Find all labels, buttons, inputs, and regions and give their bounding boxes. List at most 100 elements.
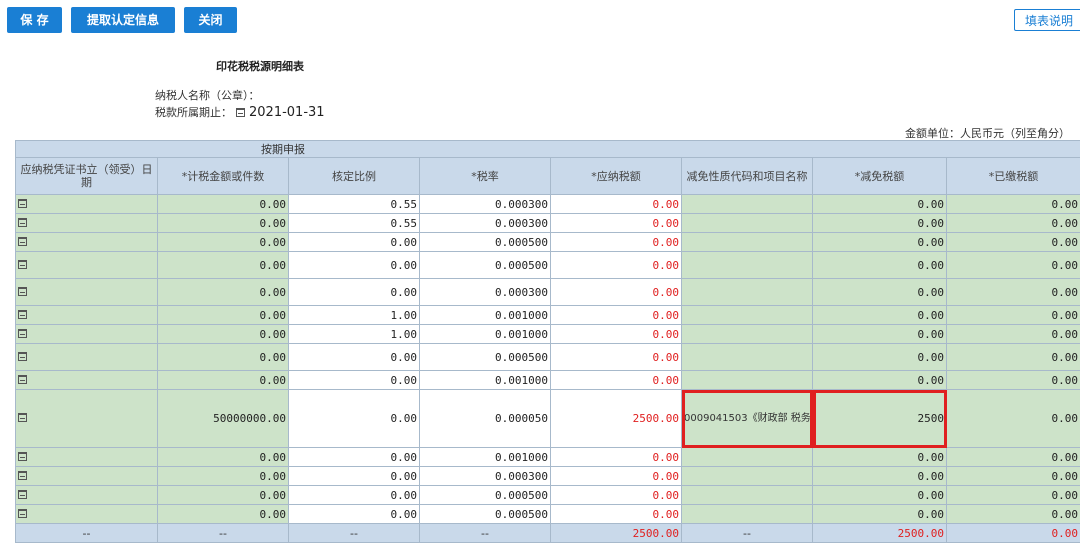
paid-cell[interactable]: 0.00 [946,278,1080,306]
paid-cell[interactable]: 0.00 [946,389,1080,448]
rate-cell: 0.001000 [419,324,551,344]
relief-code-cell[interactable] [681,343,813,371]
relief-code-cell[interactable] [681,213,813,233]
date-cell[interactable] [15,485,158,505]
relief-amount-cell[interactable]: 0.00 [812,232,947,252]
paid-cell[interactable]: 0.00 [946,485,1080,505]
relief-amount-cell[interactable]: 0.00 [812,278,947,306]
extract-info-button[interactable]: 提取认定信息 [71,7,175,33]
amount-cell[interactable]: 0.00 [157,504,289,524]
period-label: 税款所属期止： [155,106,232,119]
calendar-icon[interactable] [18,508,27,518]
paid-cell[interactable]: 0.00 [946,194,1080,214]
calendar-icon[interactable] [18,328,27,338]
calendar-icon[interactable] [18,217,27,227]
relief-code-cell[interactable] [681,232,813,252]
save-button[interactable]: 保 存 [7,7,62,33]
calendar-icon[interactable] [236,107,245,117]
rate-cell: 0.000300 [419,213,551,233]
paid-cell[interactable]: 0.00 [946,251,1080,279]
relief-amount-cell[interactable]: 0.00 [812,343,947,371]
relief-code-cell[interactable] [681,305,813,325]
date-cell[interactable] [15,213,158,233]
period-value[interactable]: 2021-01-31 [249,105,325,120]
amount-cell[interactable]: 0.00 [157,324,289,344]
date-cell[interactable] [15,343,158,371]
relief-amount-cell[interactable]: 0.00 [812,251,947,279]
total-relief: 2500.00 [812,523,947,543]
calendar-icon[interactable] [18,374,27,384]
paid-cell[interactable]: 0.00 [946,370,1080,390]
paid-cell[interactable]: 0.00 [946,324,1080,344]
calendar-icon[interactable] [18,286,27,296]
relief-code-cell[interactable] [681,324,813,344]
date-cell[interactable] [15,251,158,279]
relief-amount-cell[interactable]: 0.00 [812,305,947,325]
relief-code-cell[interactable] [681,278,813,306]
relief-amount-cell[interactable]: 0.00 [812,447,947,467]
amount-cell[interactable]: 0.00 [157,447,289,467]
calendar-icon[interactable] [18,489,27,499]
rate-cell: 0.001000 [419,370,551,390]
relief-code-cell[interactable] [681,194,813,214]
relief-amount-cell[interactable]: 0.00 [812,370,947,390]
date-cell[interactable] [15,447,158,467]
calendar-icon[interactable] [18,413,27,422]
rate-cell: 0.000500 [419,343,551,371]
relief-amount-cell[interactable]: 0.00 [812,504,947,524]
calendar-icon[interactable] [18,198,27,208]
date-cell[interactable] [15,278,158,306]
paid-cell[interactable]: 0.00 [946,213,1080,233]
calendar-icon[interactable] [18,236,27,246]
paid-cell[interactable]: 0.00 [946,232,1080,252]
amount-cell[interactable]: 50000000.00 [157,389,289,448]
calendar-icon[interactable] [18,259,27,269]
amount-cell[interactable]: 0.00 [157,213,289,233]
paid-cell[interactable]: 0.00 [946,447,1080,467]
tax-cell: 0.00 [550,213,682,233]
calendar-icon[interactable] [18,309,27,319]
date-cell[interactable] [15,324,158,344]
relief-code-cell[interactable] [681,504,813,524]
calendar-icon[interactable] [18,470,27,480]
relief-code-cell[interactable] [681,485,813,505]
calendar-icon[interactable] [18,351,27,361]
date-cell[interactable] [15,232,158,252]
paid-cell[interactable]: 0.00 [946,343,1080,371]
paid-cell[interactable]: 0.00 [946,305,1080,325]
tax-cell: 0.00 [550,485,682,505]
amount-cell[interactable]: 0.00 [157,278,289,306]
amount-cell[interactable]: 0.00 [157,466,289,486]
relief-amount-cell[interactable]: 0.00 [812,194,947,214]
relief-code-cell[interactable] [681,370,813,390]
date-cell[interactable] [15,370,158,390]
date-cell[interactable] [15,504,158,524]
tax-cell: 0.00 [550,343,682,371]
relief-code-cell[interactable]: 0009041503《财政部 税务总局关于支持小微企业融资有关税收政策的通知》 … [681,389,813,448]
help-button[interactable]: 填表说明 [1014,9,1080,31]
paid-cell[interactable]: 0.00 [946,466,1080,486]
date-cell[interactable] [15,389,158,448]
date-cell[interactable] [15,466,158,486]
amount-cell[interactable]: 0.00 [157,343,289,371]
relief-amount-cell[interactable]: 0.00 [812,324,947,344]
relief-amount-cell[interactable]: 0.00 [812,485,947,505]
relief-amount-cell[interactable]: 0.00 [812,466,947,486]
relief-code-cell[interactable] [681,251,813,279]
calendar-icon[interactable] [18,451,27,461]
table-row: 0.00 0.55 0.000300 0.00 0.00 0.00 [15,194,1080,214]
date-cell[interactable] [15,194,158,214]
paid-cell[interactable]: 0.00 [946,504,1080,524]
amount-cell[interactable]: 0.00 [157,485,289,505]
relief-code-cell[interactable] [681,447,813,467]
date-cell[interactable] [15,305,158,325]
relief-amount-cell[interactable]: 0.00 [812,213,947,233]
relief-code-cell[interactable] [681,466,813,486]
close-button[interactable]: 关闭 [184,7,237,33]
amount-cell[interactable]: 0.00 [157,370,289,390]
amount-cell[interactable]: 0.00 [157,194,289,214]
relief-amount-cell[interactable]: 2500 [812,389,947,448]
amount-cell[interactable]: 0.00 [157,251,289,279]
amount-cell[interactable]: 0.00 [157,305,289,325]
amount-cell[interactable]: 0.00 [157,232,289,252]
